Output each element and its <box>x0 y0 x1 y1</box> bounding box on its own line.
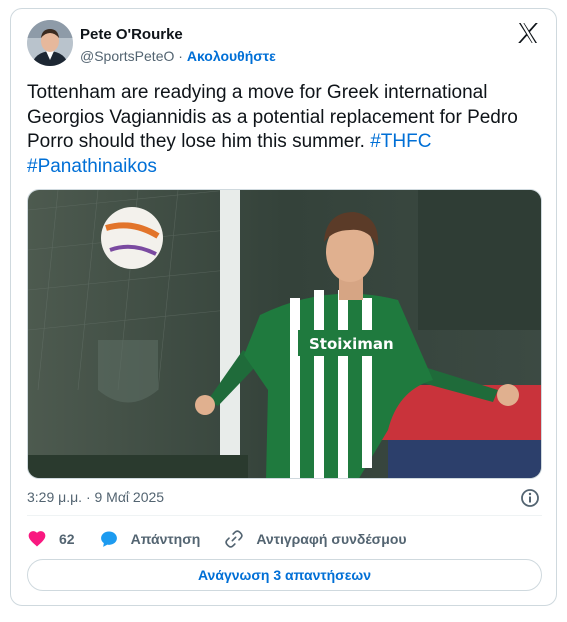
tweet-timestamp[interactable]: 3:29 μ.μ. · 9 Μαΐ 2025 <box>27 489 164 505</box>
like-count: 62 <box>59 531 75 547</box>
tweet-text: Tottenham are readying a move for Greek … <box>27 81 542 179</box>
heart-icon <box>28 531 46 547</box>
separator: · <box>178 48 183 64</box>
follow-link[interactable]: Ακολουθήστε <box>187 48 276 64</box>
reply-bubble-icon <box>100 531 117 547</box>
author-name[interactable]: Pete O'Rourke <box>80 26 183 43</box>
like-button[interactable]: 62 <box>27 529 75 549</box>
author-handle[interactable]: @SportsPeteO <box>80 48 174 64</box>
reply-label: Απάντηση <box>130 531 201 547</box>
action-bar: 62 Απάντηση Αντιγραφή συνδέσμου <box>27 527 431 551</box>
hashtag-link[interactable]: #THFC <box>370 131 431 152</box>
copy-link-button[interactable]: Αντιγραφή συνδέσμου <box>224 529 407 549</box>
shirt-sponsor-text: Stoiximan <box>309 335 394 353</box>
tweet-card: Pete O'Rourke @SportsPeteO · Ακολουθήστε… <box>10 8 557 606</box>
hashtag-link[interactable]: #Panathinaikos <box>27 156 157 177</box>
tweet-body: Tottenham are readying a move for Greek … <box>27 82 518 152</box>
copy-link-label: Αντιγραφή συνδέσμου <box>256 531 407 547</box>
info-icon[interactable] <box>520 488 540 508</box>
link-icon <box>225 530 244 548</box>
reply-button[interactable]: Απάντηση <box>99 529 201 549</box>
read-replies-button[interactable]: Ανάγνωση 3 απαντήσεων <box>27 559 542 591</box>
divider <box>27 515 542 516</box>
avatar[interactable] <box>27 20 73 66</box>
author-handle-line: @SportsPeteO · Ακολουθήστε <box>80 48 276 64</box>
x-logo-icon[interactable] <box>516 21 540 45</box>
tweet-media-image[interactable]: Stoiximan <box>27 189 542 479</box>
